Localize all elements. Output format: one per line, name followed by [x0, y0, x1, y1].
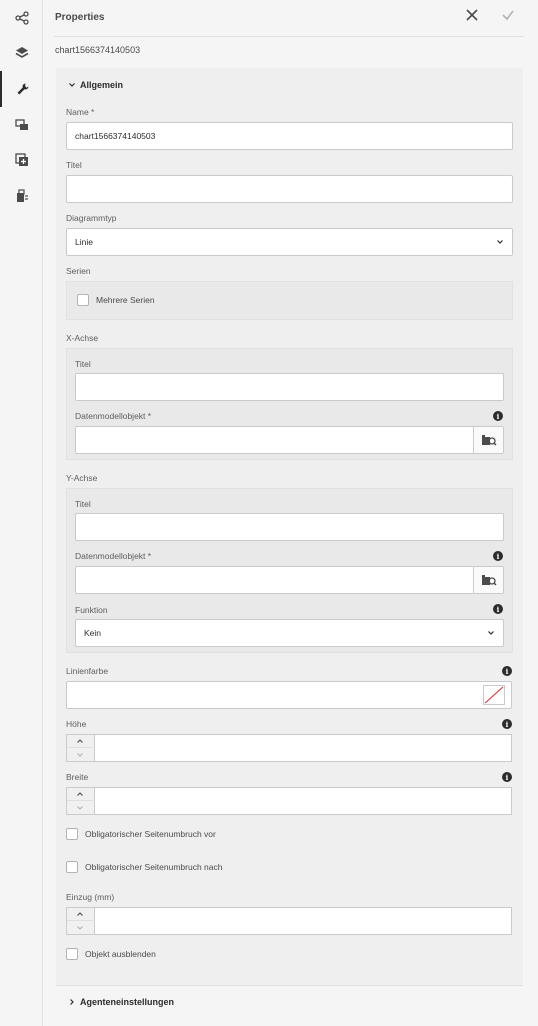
color-swatch[interactable] [483, 685, 505, 705]
pagebreak-after-label: Obligatorischer Seitenumbruch nach [85, 862, 223, 872]
width-label: Breite [66, 772, 89, 782]
pagebreak-after-checkbox[interactable]: Obligatorischer Seitenumbruch nach [66, 861, 223, 873]
indent-label: Einzug (mm) [66, 892, 115, 902]
close-icon[interactable] [465, 8, 479, 22]
increment-button[interactable] [67, 788, 93, 801]
panel-title: Properties [55, 12, 105, 23]
data-source-icon[interactable] [0, 107, 43, 143]
decrement-button[interactable] [67, 801, 93, 814]
chevron-down-icon [77, 925, 83, 930]
decrement-button[interactable] [67, 921, 93, 934]
checkbox-box[interactable] [66, 861, 78, 873]
x-axis-label: X-Achse [66, 333, 99, 343]
series-group: Mehrere Serien [66, 281, 513, 320]
chevron-down-icon [77, 805, 83, 810]
header-divider [54, 36, 524, 37]
section-general: Allgemein Name * chart1566374140503 Tite… [56, 68, 523, 985]
width-stepper [66, 787, 512, 815]
chevron-down-icon [69, 83, 75, 87]
chevron-right-icon [70, 999, 74, 1005]
function-label: Funktion [75, 605, 108, 615]
datamodel-picker-button[interactable] [473, 427, 503, 453]
info-icon[interactable]: i [493, 604, 503, 614]
stepper-buttons [66, 907, 94, 935]
info-icon[interactable]: i [493, 551, 503, 561]
increment-button[interactable] [67, 735, 93, 748]
section-general-toggle[interactable]: Allgemein [68, 80, 123, 90]
title-label: Titel [66, 160, 82, 170]
height-stepper [66, 734, 512, 762]
chevron-up-icon [77, 912, 83, 916]
check-icon[interactable] [501, 8, 515, 22]
add-fragment-icon[interactable] [0, 142, 43, 178]
chart-type-label: Diagrammtyp [66, 213, 117, 223]
y-axis-datamodel-label: Datenmodellobjekt * [75, 551, 152, 561]
line-color-field[interactable] [66, 681, 512, 709]
folder-search-icon [481, 435, 496, 446]
side-rail [0, 0, 43, 1026]
stepper-buttons [66, 734, 94, 762]
section-general-title: Allgemein [80, 80, 124, 90]
indent-stepper [66, 907, 512, 935]
y-axis-datamodel-field[interactable] [75, 566, 504, 594]
chevron-up-icon [77, 792, 83, 796]
x-axis-title-field[interactable] [75, 373, 504, 401]
checkbox-box[interactable] [66, 948, 78, 960]
function-value: Kein [84, 628, 102, 638]
share-icon[interactable] [0, 0, 43, 36]
x-axis-datamodel-label: Datenmodellobjekt * [75, 411, 152, 421]
folder-search-icon [481, 575, 496, 586]
title-field[interactable] [66, 175, 513, 203]
line-color-label: Linienfarbe [66, 666, 109, 676]
decrement-button[interactable] [67, 748, 93, 761]
y-axis-title-label: Titel [75, 499, 91, 509]
height-label: Höhe [66, 719, 87, 729]
report-icon[interactable] [0, 178, 43, 214]
width-input[interactable] [94, 787, 512, 815]
stepper-buttons [66, 787, 94, 815]
multiple-series-checkbox[interactable]: Mehrere Serien [77, 294, 155, 306]
no-color-icon [484, 686, 504, 704]
multiple-series-label: Mehrere Serien [96, 295, 155, 305]
x-axis-datamodel-field[interactable] [75, 426, 504, 454]
chart-type-value: Linie [75, 237, 93, 247]
chevron-down-icon [488, 631, 494, 635]
component-id: chart1566374140503 [55, 45, 141, 55]
chart-type-select[interactable]: Linie [66, 228, 513, 256]
chevron-down-icon [497, 240, 503, 244]
wrench-icon[interactable] [0, 71, 43, 107]
chevron-down-icon [77, 752, 83, 757]
hide-object-label: Objekt ausblenden [85, 949, 156, 959]
hide-object-checkbox[interactable]: Objekt ausblenden [66, 948, 156, 960]
series-label: Serien [66, 266, 91, 276]
y-axis-label: Y-Achse [66, 473, 98, 483]
info-icon[interactable]: i [502, 666, 512, 676]
y-axis-group: Titel Datenmodellobjekt * i Funktion i K… [66, 488, 513, 653]
chevron-up-icon [77, 739, 83, 743]
properties-panel: Properties chart1566374140503 Allgemein … [44, 0, 538, 1026]
height-input[interactable] [94, 734, 512, 762]
function-select[interactable]: Kein [75, 619, 504, 647]
pagebreak-before-label: Obligatorischer Seitenumbruch vor [85, 829, 216, 839]
name-label: Name * [66, 107, 95, 117]
checkbox-box[interactable] [66, 828, 78, 840]
x-axis-title-label: Titel [75, 359, 91, 369]
section-agent-title: Agenteneinstellungen [80, 997, 175, 1007]
indent-input[interactable] [94, 907, 512, 935]
name-field[interactable]: chart1566374140503 [66, 122, 513, 150]
info-icon[interactable]: i [502, 772, 512, 782]
info-icon[interactable]: i [502, 719, 512, 729]
increment-button[interactable] [67, 908, 93, 921]
y-axis-title-field[interactable] [75, 513, 504, 541]
layers-icon[interactable] [0, 35, 43, 71]
section-agent-toggle[interactable]: Agenteneinstellungen [68, 997, 174, 1007]
info-icon[interactable]: i [493, 411, 503, 421]
pagebreak-before-checkbox[interactable]: Obligatorischer Seitenumbruch vor [66, 828, 216, 840]
datamodel-picker-button[interactable] [473, 567, 503, 593]
section-divider [56, 985, 523, 986]
checkbox-box[interactable] [77, 294, 89, 306]
x-axis-group: Titel Datenmodellobjekt * i [66, 348, 513, 460]
